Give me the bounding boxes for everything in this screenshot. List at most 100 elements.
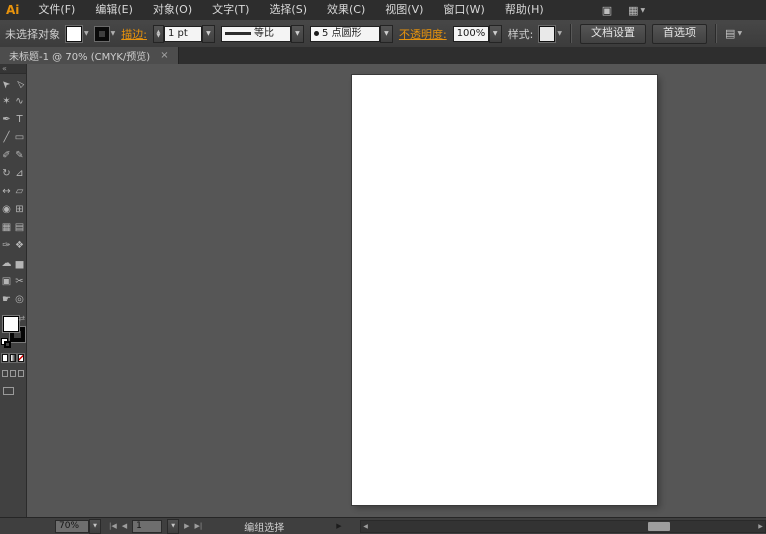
artboard[interactable] <box>352 75 657 505</box>
toolbar-collapse-button[interactable]: « <box>0 64 26 74</box>
last-artboard-button[interactable]: ▶| <box>195 522 203 530</box>
artboard-tool[interactable]: ▣ <box>0 272 13 290</box>
none-button[interactable] <box>18 354 24 362</box>
pencil-tool[interactable]: ✎ <box>13 146 26 164</box>
chevron-down-icon[interactable]: ▼ <box>557 30 562 37</box>
lasso-tool[interactable]: ∿ <box>13 92 26 110</box>
stroke-color-control[interactable]: ▼ <box>95 27 116 41</box>
next-artboard-button[interactable]: ▶ <box>184 522 189 530</box>
graph-tool[interactable]: ▅ <box>13 254 26 272</box>
mesh-tool[interactable]: ▦ <box>0 218 13 236</box>
scale-tool[interactable]: ⊿ <box>13 164 26 182</box>
pen-tool[interactable]: ✒ <box>0 110 13 128</box>
document-tab[interactable]: 未标题-1 @ 70% (CMYK/预览) × <box>0 47 179 64</box>
stroke-panel-link[interactable]: 描边: <box>121 26 147 42</box>
magic-wand-tool[interactable]: ✶ <box>0 92 13 110</box>
perspective-grid-tool[interactable]: ⊞ <box>13 200 26 218</box>
fill-swatch[interactable] <box>3 316 19 332</box>
chevron-down-icon[interactable]: ▼ <box>84 30 89 37</box>
opacity-input[interactable]: 100% <box>453 26 489 42</box>
status-flyout-arrow-icon[interactable]: ▶ <box>336 522 341 530</box>
draw-behind-button[interactable] <box>10 370 16 377</box>
stepper-down-icon[interactable]: ▼ <box>157 34 161 38</box>
blend-tool[interactable]: ❖ <box>13 236 26 254</box>
width-profile-dropdown[interactable]: ▼ <box>291 25 304 43</box>
artboard-tool-icon: ▣ <box>2 276 11 287</box>
document-setup-button[interactable]: 文档设置 <box>580 24 646 44</box>
scroll-left-icon[interactable]: ◀ <box>361 523 370 530</box>
brush-dropdown[interactable]: ▼ <box>380 25 393 43</box>
line-tool[interactable]: ╱ <box>0 128 13 146</box>
width-profile-value[interactable]: 等比 <box>221 26 291 42</box>
menu-select[interactable]: 选择(S) <box>259 0 317 20</box>
menu-help[interactable]: 帮助(H) <box>495 0 554 20</box>
gradient-button[interactable] <box>10 354 16 362</box>
zoom-dropdown[interactable]: ▼ <box>89 519 101 534</box>
brush-value[interactable]: 5 点圆形 <box>310 26 380 42</box>
workspace-switcher[interactable]: ▦ ▼ <box>628 4 645 17</box>
menu-window[interactable]: 窗口(W) <box>433 0 494 20</box>
direct-selection-tool[interactable]: ▻ <box>13 74 26 92</box>
zoom-tool[interactable]: ◎ <box>13 290 26 308</box>
paintbrush-tool[interactable]: ✐ <box>0 146 13 164</box>
hand-tool[interactable]: ☛ <box>0 290 13 308</box>
zoom-input[interactable]: 70% <box>55 520 89 533</box>
paintbrush-tool-icon: ✐ <box>2 150 10 161</box>
symbol-sprayer-tool[interactable]: ☁ <box>0 254 13 272</box>
menu-file[interactable]: 文件(F) <box>28 0 85 20</box>
chevron-down-icon: ▼ <box>493 30 498 37</box>
free-transform-tool[interactable]: ▱ <box>13 182 26 200</box>
arrange-documents-button[interactable]: ▣ <box>602 4 612 17</box>
menu-view[interactable]: 视图(V) <box>375 0 433 20</box>
style-label: 样式: <box>508 26 534 42</box>
draw-inside-button[interactable] <box>18 370 24 377</box>
menu-object[interactable]: 对象(O) <box>143 0 202 20</box>
canvas-area[interactable] <box>27 64 766 518</box>
menu-edit[interactable]: 编辑(E) <box>85 0 143 20</box>
selection-tool[interactable]: ➤ <box>0 74 13 92</box>
fill-color-control[interactable]: ▼ <box>66 26 89 42</box>
width-tool[interactable]: ↔ <box>0 182 13 200</box>
scrollbar-track[interactable] <box>370 521 756 532</box>
preferences-button[interactable]: 首选项 <box>652 24 707 44</box>
swap-colors-icon[interactable]: ⇄ <box>18 314 25 323</box>
menu-type[interactable]: 文字(T) <box>202 0 259 20</box>
default-colors-icon[interactable] <box>1 338 10 347</box>
color-button[interactable] <box>2 354 8 362</box>
chevron-down-icon[interactable]: ▼ <box>111 30 116 37</box>
horizontal-scrollbar[interactable]: ◀ ▶ <box>360 520 766 533</box>
type-tool[interactable]: T <box>13 110 26 128</box>
stroke-weight-stepper[interactable]: ▲ ▼ <box>153 25 164 43</box>
style-swatch[interactable] <box>539 26 555 42</box>
status-text: 编组选择 <box>244 519 284 534</box>
previous-artboard-button[interactable]: ◀ <box>122 522 127 530</box>
zoom-control: 70% ▼ <box>55 519 101 534</box>
brush-name-label: 5 点圆形 <box>322 27 362 41</box>
first-artboard-button[interactable]: |◀ <box>109 522 117 530</box>
scrollbar-thumb[interactable] <box>648 522 670 531</box>
stroke-color-swatch[interactable] <box>95 27 109 41</box>
slice-tool[interactable]: ✂ <box>13 272 26 290</box>
close-icon[interactable]: × <box>160 50 168 61</box>
artboard-number-dropdown[interactable]: ▼ <box>167 519 179 534</box>
hand-tool-icon: ☛ <box>2 294 11 305</box>
gradient-tool[interactable]: ▤ <box>13 218 26 236</box>
shape-builder-tool[interactable]: ◉ <box>0 200 13 218</box>
stroke-weight-dropdown[interactable]: ▼ <box>202 25 215 43</box>
rotate-tool[interactable]: ↻ <box>0 164 13 182</box>
scroll-right-icon[interactable]: ▶ <box>756 523 765 530</box>
menu-effect[interactable]: 效果(C) <box>317 0 375 20</box>
width-tool-icon: ↔ <box>2 186 10 197</box>
draw-normal-button[interactable] <box>2 370 8 377</box>
artboard-number-input[interactable]: 1 <box>132 520 162 533</box>
opacity-control: 100% ▼ <box>453 25 502 43</box>
control-panel-menu[interactable]: ▤ ▼ <box>725 27 742 40</box>
opacity-panel-link[interactable]: 不透明度: <box>399 26 447 42</box>
stroke-weight-input[interactable]: 1 pt <box>164 26 202 42</box>
fill-color-swatch[interactable] <box>66 26 82 42</box>
eyedropper-tool[interactable]: ✑ <box>0 236 13 254</box>
screen-mode-button[interactable] <box>3 387 14 395</box>
rectangle-tool[interactable]: ▭ <box>13 128 26 146</box>
mesh-tool-icon: ▦ <box>2 222 11 233</box>
opacity-dropdown[interactable]: ▼ <box>489 25 502 43</box>
